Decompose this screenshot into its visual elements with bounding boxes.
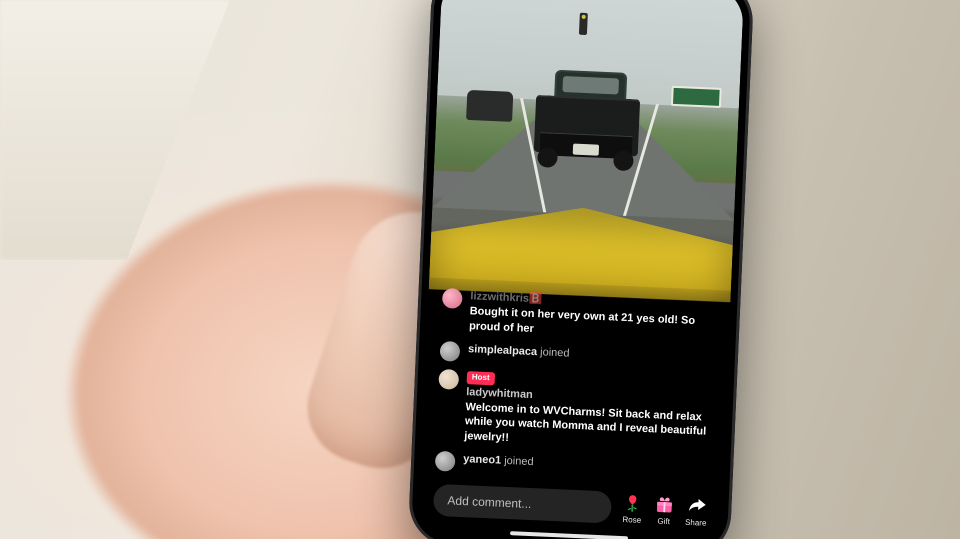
traffic-light	[579, 13, 588, 35]
avatar[interactable]	[440, 341, 461, 362]
phone-screen: lizzwithkris🅱️ Bought it on her very own…	[418, 0, 744, 539]
comment-placeholder: Add comment...	[447, 493, 532, 511]
live-video[interactable]	[429, 0, 744, 302]
license-plate	[573, 144, 599, 156]
gift-icon	[653, 493, 676, 516]
chat-username[interactable]: yaneo1	[463, 453, 501, 467]
home-indicator[interactable]	[510, 531, 628, 539]
pickup-truck	[523, 55, 652, 168]
chat-message-host[interactable]: Host ladywhitman Welcome in to WVCharms!…	[436, 369, 713, 455]
avatar[interactable]	[438, 369, 459, 390]
share-button[interactable]: Share	[685, 495, 708, 528]
gift-label: Gift	[657, 517, 670, 527]
share-icon	[685, 495, 708, 518]
chat-join: simplealpaca joined	[440, 341, 715, 373]
rose-icon	[621, 492, 644, 515]
joined-label: joined	[504, 455, 534, 468]
photo-scene: lizzwithkris🅱️ Bought it on her very own…	[0, 0, 960, 539]
chat-username[interactable]: simplealpaca	[468, 343, 538, 358]
live-chat[interactable]: lizzwithkris🅱️ Bought it on her very own…	[421, 278, 731, 487]
share-label: Share	[685, 518, 707, 528]
rose-button[interactable]: Rose	[621, 492, 644, 525]
rose-label: Rose	[622, 515, 641, 525]
chat-text: Welcome in to WVCharms! Sit back and rel…	[464, 400, 712, 455]
road-sign	[671, 86, 722, 108]
joined-label: joined	[540, 346, 570, 359]
car-ahead	[466, 90, 513, 122]
avatar[interactable]	[435, 451, 456, 472]
comment-input[interactable]: Add comment...	[433, 484, 612, 524]
phone-frame: lizzwithkris🅱️ Bought it on her very own…	[408, 0, 755, 539]
chat-message[interactable]: lizzwithkris🅱️ Bought it on her very own…	[441, 288, 717, 344]
host-badge: Host	[467, 371, 495, 385]
gift-button[interactable]: Gift	[653, 493, 676, 526]
avatar[interactable]	[442, 288, 463, 309]
